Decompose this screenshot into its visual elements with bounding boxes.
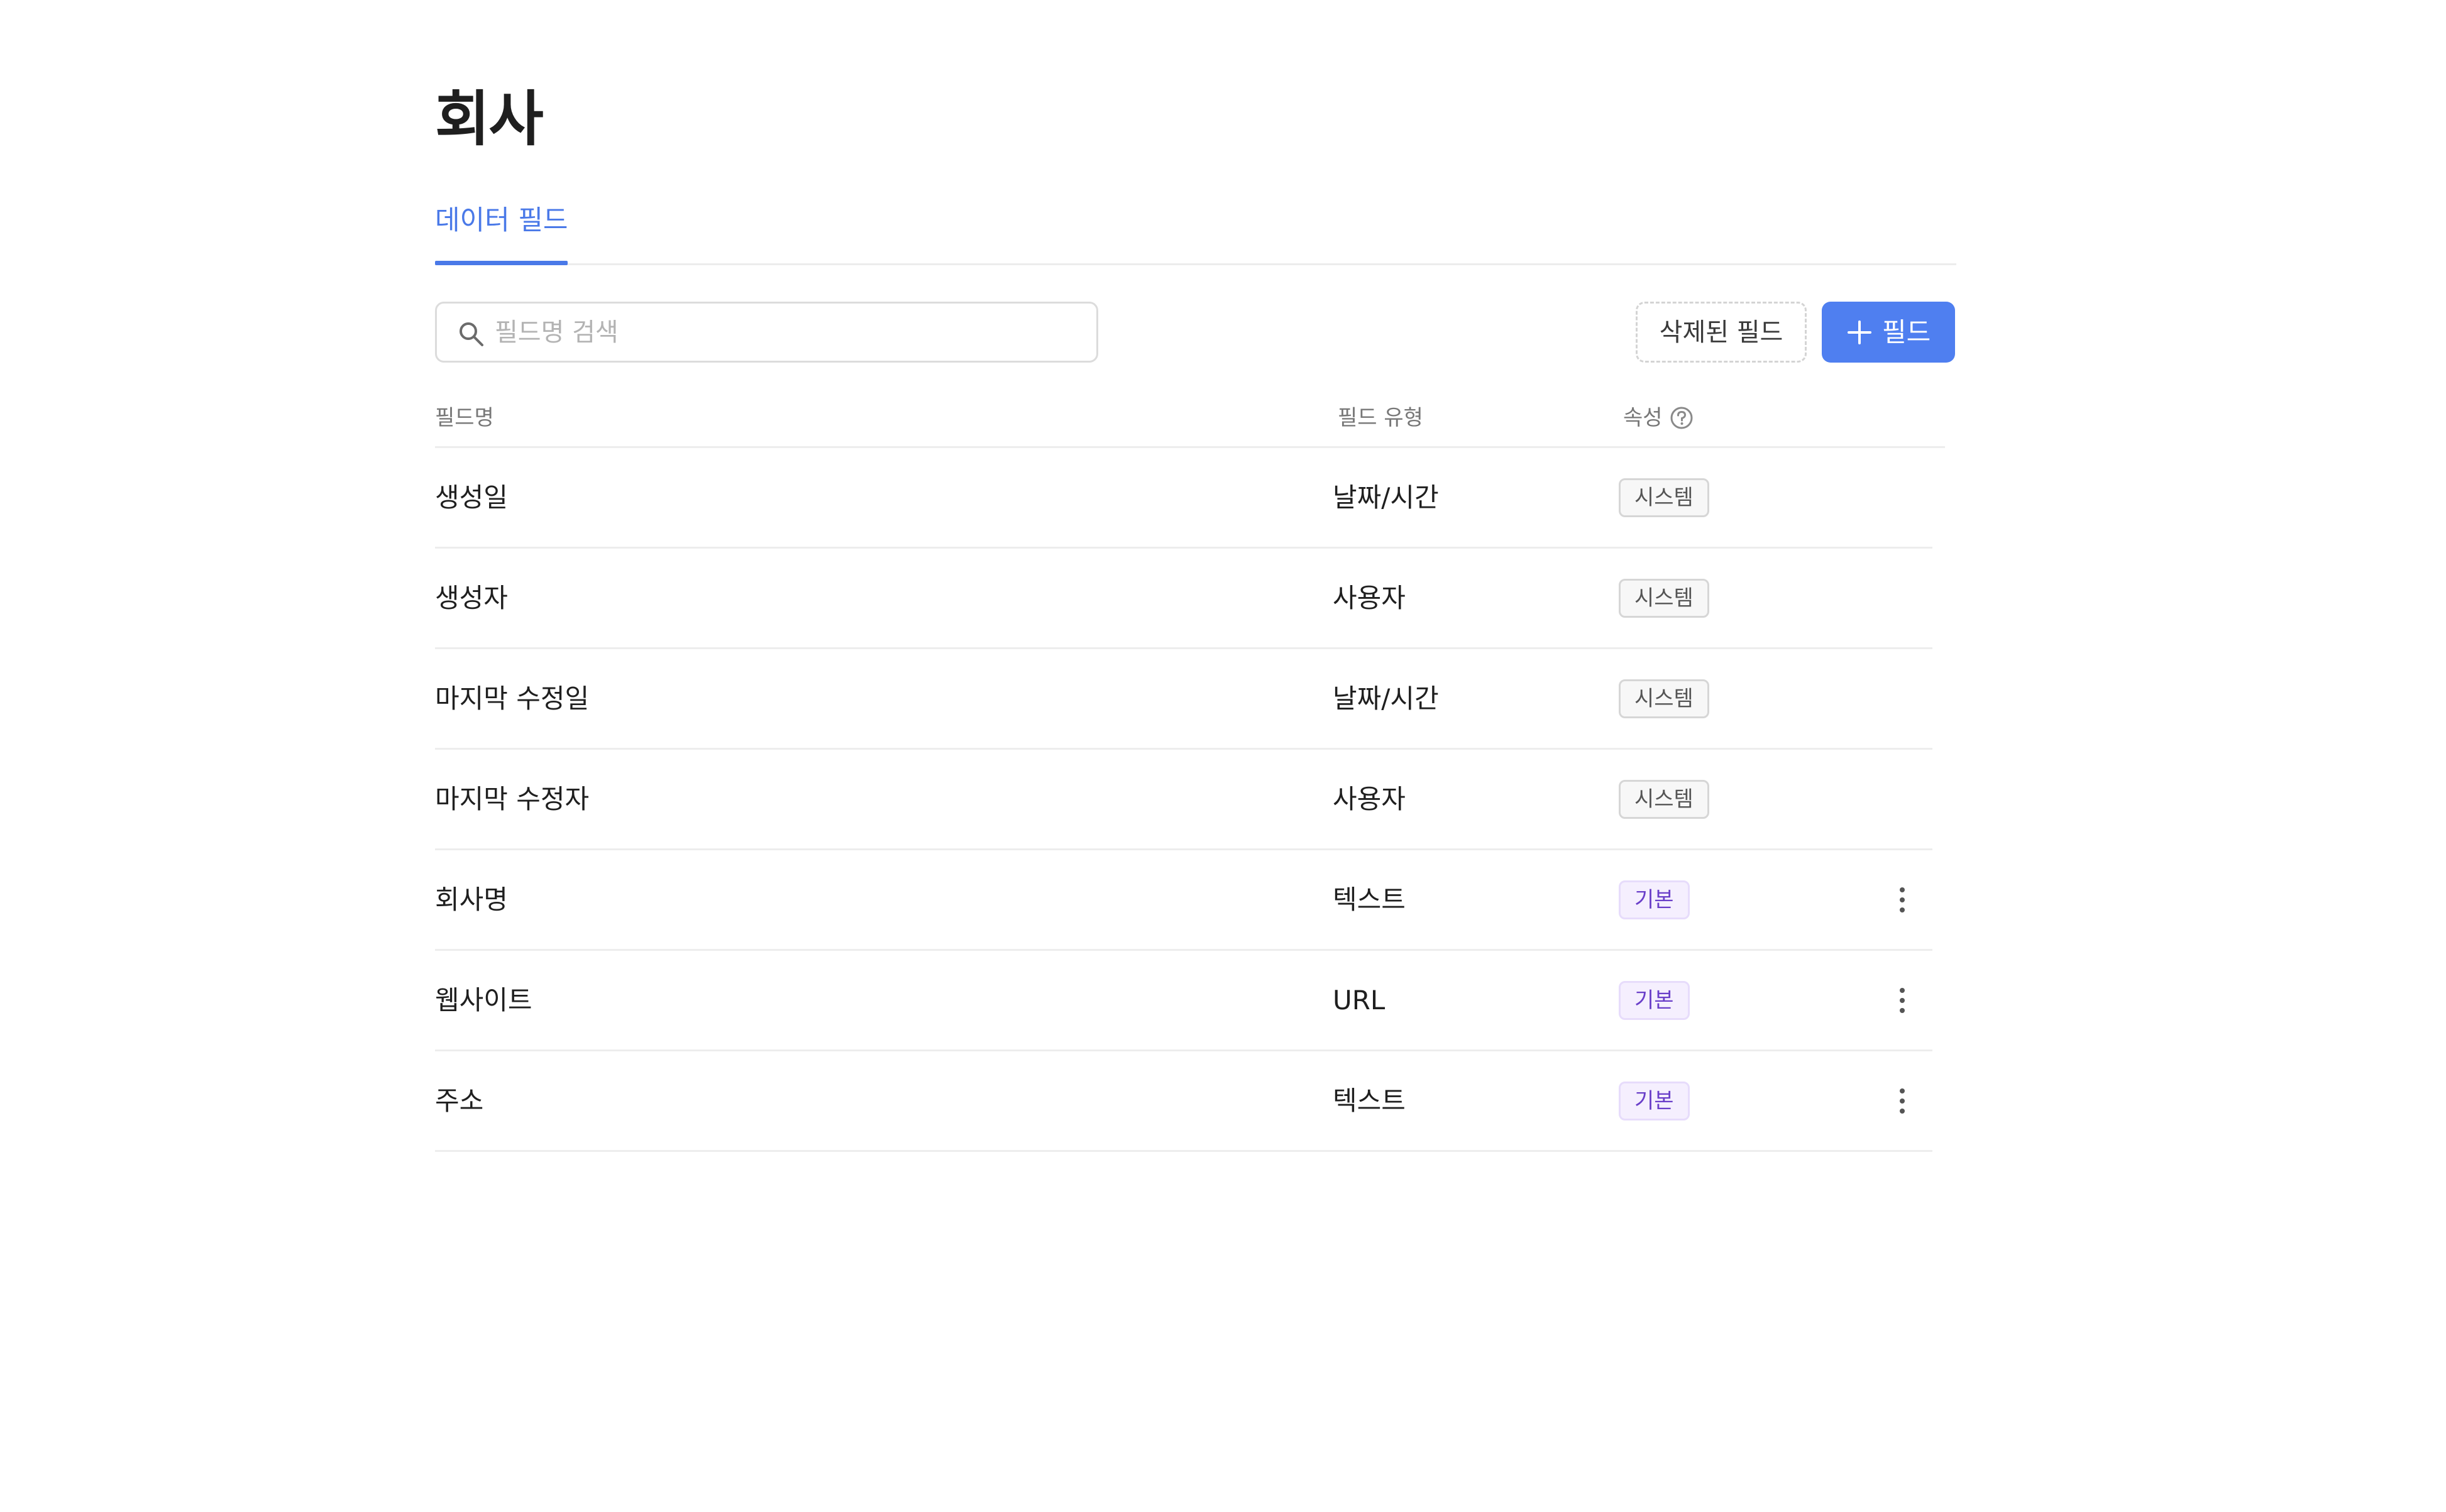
field-type-cell: 사용자 <box>1333 583 1406 613</box>
help-circle-icon[interactable] <box>1670 406 1694 430</box>
search-icon <box>457 320 485 348</box>
field-name-cell: 마지막 수정일 <box>435 683 590 714</box>
tab-bar: 데이터 필드 <box>435 198 1956 265</box>
plus-icon <box>1847 320 1872 345</box>
system-badge: 시스템 <box>1619 579 1709 618</box>
table-row[interactable]: 마지막 수정자 사용자 시스템 <box>435 750 1932 850</box>
field-name-cell: 웹사이트 <box>435 985 532 1016</box>
column-header-type: 필드 유형 <box>1338 405 1423 430</box>
basic-badge: 기본 <box>1619 981 1690 1020</box>
tab-label: 데이터 필드 <box>435 205 568 236</box>
table-row[interactable]: 회사명 텍스트 기본 <box>435 850 1932 951</box>
field-name-cell: 주소 <box>435 1085 484 1116</box>
field-type-cell: 텍스트 <box>1333 884 1406 915</box>
add-field-button[interactable]: 필드 <box>1822 302 1955 363</box>
field-name-cell: 마지막 수정자 <box>435 784 590 814</box>
deleted-fields-button[interactable]: 삭제된 필드 <box>1636 302 1807 363</box>
more-vertical-icon[interactable] <box>1883 981 1921 1020</box>
field-type-cell: 날짜/시간 <box>1333 683 1439 714</box>
column-header-name: 필드명 <box>435 405 494 430</box>
system-badge: 시스템 <box>1619 478 1709 517</box>
add-field-label: 필드 <box>1882 317 1931 348</box>
table-row[interactable]: 생성일 날짜/시간 시스템 <box>435 448 1932 549</box>
page-title: 회사 <box>435 85 544 154</box>
basic-badge: 기본 <box>1619 880 1690 919</box>
more-vertical-icon[interactable] <box>1883 1082 1921 1120</box>
field-name-cell: 생성자 <box>435 583 508 613</box>
more-vertical-icon[interactable] <box>1883 880 1921 919</box>
search-box[interactable] <box>435 302 1098 363</box>
search-input[interactable] <box>495 304 1079 361</box>
active-tab-indicator <box>435 261 568 265</box>
field-name-cell: 회사명 <box>435 884 508 915</box>
table-row[interactable]: 마지막 수정일 날짜/시간 시스템 <box>435 649 1932 750</box>
field-type-cell: URL <box>1333 985 1386 1016</box>
field-name-cell: 생성일 <box>435 482 508 513</box>
field-type-cell: 텍스트 <box>1333 1085 1406 1116</box>
table-row[interactable]: 웹사이트 URL 기본 <box>435 951 1932 1051</box>
field-type-cell: 사용자 <box>1333 784 1406 814</box>
table-row[interactable]: 생성자 사용자 시스템 <box>435 549 1932 649</box>
system-badge: 시스템 <box>1619 679 1709 718</box>
system-badge: 시스템 <box>1619 780 1709 819</box>
tab-data-fields[interactable]: 데이터 필드 <box>435 198 568 265</box>
basic-badge: 기본 <box>1619 1082 1690 1120</box>
column-header-attribute: 속성 <box>1623 405 1663 430</box>
field-type-cell: 날짜/시간 <box>1333 482 1439 513</box>
table-row[interactable]: 주소 텍스트 기본 <box>435 1051 1932 1152</box>
